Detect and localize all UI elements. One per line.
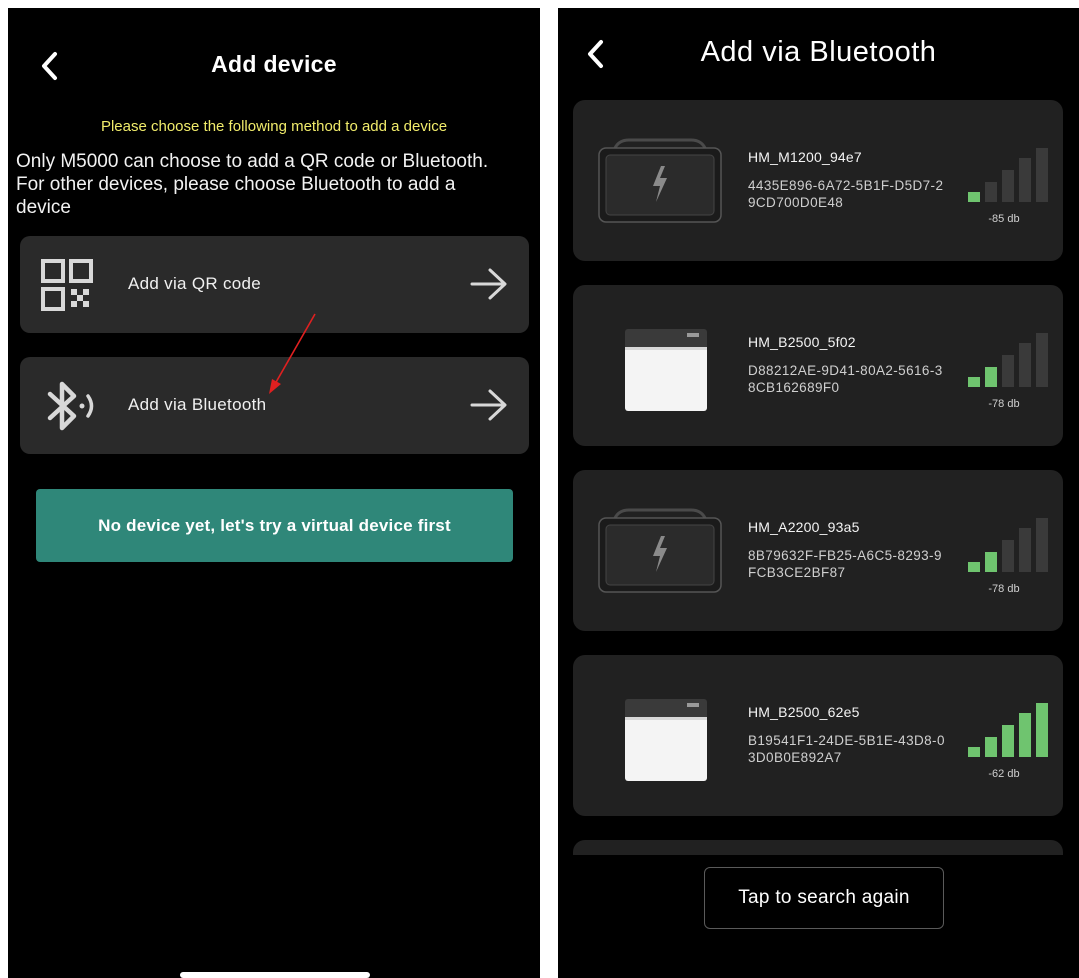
signal-bar bbox=[1036, 518, 1048, 572]
method-hint: Please choose the following method to ad… bbox=[100, 118, 448, 135]
device-name: HM_B2500_5f02 bbox=[748, 334, 856, 350]
qr-code-icon bbox=[41, 259, 93, 311]
bluetooth-scan-screen: Add via Bluetooth HM_M1200_94e7 4435E896-… bbox=[558, 8, 1079, 978]
signal-bar bbox=[1019, 343, 1031, 387]
device-name: HM_A2200_93a5 bbox=[748, 519, 860, 535]
power-station-image bbox=[598, 138, 722, 223]
device-card[interactable]: HM_A2200_93a5 8B79632F-FB25-A6C5-8293-9FC… bbox=[573, 470, 1063, 631]
device-name: HM_B2500_62e5 bbox=[748, 704, 860, 720]
device-uuid: D88212AE-9D41-80A2-5616-38CB162689F0 bbox=[748, 363, 943, 395]
signal-strength-icon bbox=[968, 703, 1048, 757]
signal-bar bbox=[968, 562, 980, 572]
signal-strength-icon bbox=[968, 148, 1048, 202]
virtual-device-button[interactable]: No device yet, let's try a virtual devic… bbox=[36, 489, 513, 562]
device-list[interactable]: HM_M1200_94e7 4435E896-6A72-5B1F-D5D7-29C… bbox=[573, 100, 1063, 855]
battery-image bbox=[625, 699, 707, 781]
device-info-text: Only M5000 can choose to add a QR code o… bbox=[16, 151, 489, 218]
arrow-right-icon bbox=[470, 268, 507, 300]
signal-bar bbox=[985, 367, 997, 387]
device-uuid: 8B79632F-FB25-A6C5-8293-9FCB3CE2BF87 bbox=[748, 548, 942, 580]
signal-bar bbox=[1019, 528, 1031, 572]
page-title: Add via Bluetooth bbox=[700, 36, 937, 68]
device-uuid: 4435E896-6A72-5B1F-D5D7-29CD700D0E48 bbox=[748, 178, 944, 210]
signal-bar bbox=[985, 737, 997, 757]
method-label-bluetooth: Add via Bluetooth bbox=[128, 395, 267, 414]
annotation-arrow bbox=[269, 313, 316, 394]
signal-bar bbox=[1002, 540, 1014, 572]
signal-bar bbox=[968, 192, 980, 202]
signal-bar bbox=[985, 552, 997, 572]
device-card[interactable]: HM_B2500_5f02 D88212AE-9D41-80A2-5616-38C… bbox=[573, 285, 1063, 446]
signal-bar bbox=[1019, 158, 1031, 202]
signal-bar bbox=[1036, 148, 1048, 202]
battery-image bbox=[625, 329, 707, 411]
signal-bar bbox=[1002, 725, 1014, 757]
page-title: Add device bbox=[211, 51, 337, 77]
signal-strength-icon bbox=[968, 333, 1048, 387]
signal-rssi: -85 db bbox=[988, 213, 1020, 225]
device-card-partial[interactable] bbox=[573, 840, 1063, 855]
power-station-image bbox=[598, 508, 722, 593]
arrow-right-icon bbox=[470, 389, 507, 421]
device-card[interactable]: HM_B2500_62e5 B19541F1-24DE-5B1E-43D8-03D… bbox=[573, 655, 1063, 816]
device-card[interactable]: HM_M1200_94e7 4435E896-6A72-5B1F-D5D7-29C… bbox=[573, 100, 1063, 261]
signal-bar bbox=[1002, 355, 1014, 387]
device-name: HM_M1200_94e7 bbox=[748, 149, 862, 165]
add-device-screen: Add device Please choose the following m… bbox=[8, 8, 540, 978]
signal-bar bbox=[1036, 333, 1048, 387]
search-again-button[interactable]: Tap to search again bbox=[704, 867, 944, 929]
signal-rssi: -62 db bbox=[988, 768, 1020, 780]
signal-rssi: -78 db bbox=[988, 398, 1020, 410]
signal-rssi: -78 db bbox=[988, 583, 1020, 595]
home-indicator bbox=[180, 972, 370, 978]
signal-bar bbox=[985, 182, 997, 202]
signal-bar bbox=[968, 377, 980, 387]
signal-bar bbox=[968, 747, 980, 757]
bluetooth-icon bbox=[47, 381, 94, 431]
signal-bar bbox=[1002, 170, 1014, 202]
device-uuid: B19541F1-24DE-5B1E-43D8-03D0B0E892A7 bbox=[748, 733, 945, 765]
method-label-qr: Add via QR code bbox=[128, 274, 262, 293]
signal-strength-icon bbox=[968, 518, 1048, 572]
signal-bar bbox=[1036, 703, 1048, 757]
signal-bar bbox=[1019, 713, 1031, 757]
